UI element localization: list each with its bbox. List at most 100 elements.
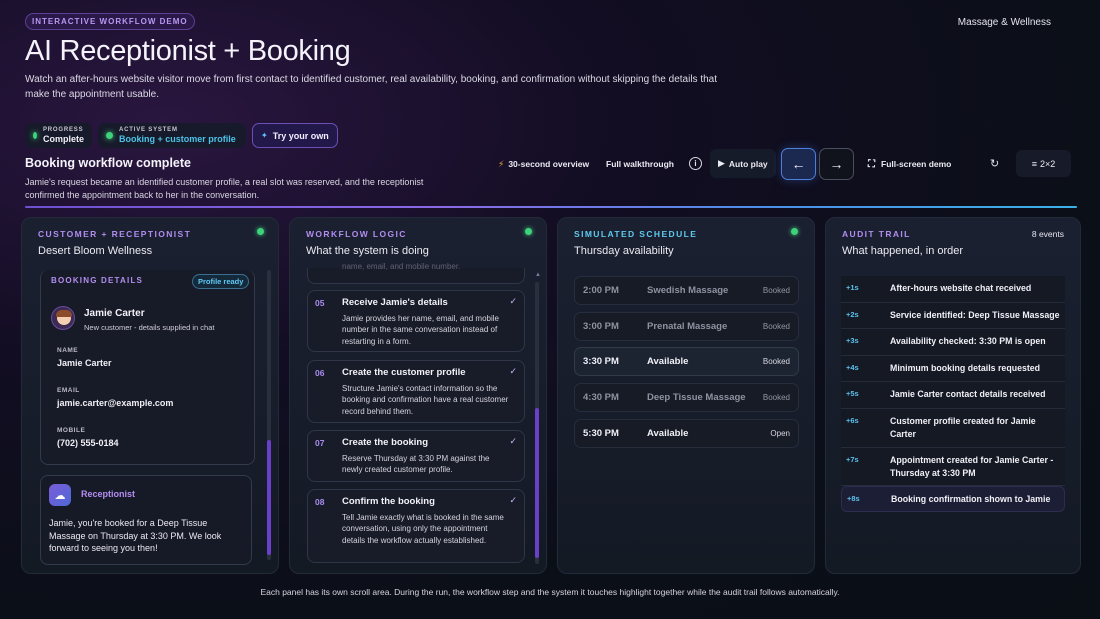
customer-name: Jamie Carter [84,308,145,319]
step-description: Jamie provides her name, email, and mobi… [342,314,499,346]
slot-time: 3:30 PM [583,356,619,367]
slot-status: Booked [762,286,790,295]
workflow-step[interactable]: 06 Create the customer profile ✓ Structu… [307,360,525,423]
step-number: 06 [315,368,325,378]
slot-time: 3:00 PM [583,321,619,332]
panel-heading: SIMULATED SCHEDULE [574,229,698,239]
event-text: Customer profile created for Jamie Carte… [890,416,1036,439]
live-dot-icon [791,228,798,235]
slot-time: 4:30 PM [583,392,619,403]
check-icon: ✓ [509,296,517,306]
step-description: Tell Jamie exactly what is booked in the… [342,513,504,545]
live-dot-icon [525,228,532,235]
demo-pill: INTERACTIVE WORKFLOW DEMO [25,13,195,30]
event-time: +3s [846,336,859,345]
receptionist-bot-icon: ☁ [49,484,71,506]
schedule-slot[interactable]: 5:30 PM Available Open [574,419,799,448]
schedule-slot[interactable]: 2:00 PM Swedish Massage Booked [574,276,799,305]
brand-name: Massage & Wellness [957,17,1051,28]
status-dot-icon [33,132,37,139]
workflow-logic-panel[interactable]: WORKFLOW LOGIC What the system is doing … [289,217,547,574]
name-field-label: NAME [57,347,79,354]
event-text: Appointment created for Jamie Carter - T… [890,455,1054,478]
slot-status: Booked [762,322,790,331]
slot-service: Deep Tissue Massage [647,392,746,403]
grid-layout-button[interactable]: ≡ 2×2 [1016,150,1071,177]
progress-divider [25,206,1077,208]
live-dot-icon [257,228,264,235]
progress-label: PROGRESS [42,127,84,133]
event-time: +8s [847,494,860,503]
audit-event: +4s Minimum booking details requested [841,356,1065,382]
panel-subheading: What the system is doing [306,245,429,257]
audit-event: +7s Appointment created for Jamie Carter… [841,448,1065,486]
event-text: Booking confirmation shown to Jamie [891,494,1051,504]
check-icon: ✓ [509,495,517,505]
fullscreen-button[interactable]: ⛶ Full-screen demo [868,153,951,175]
step-title: Receive Jamie's details [342,297,448,308]
schedule-slot[interactable]: 3:00 PM Prenatal Massage Booked [574,312,799,341]
active-system-label: ACTIVE SYSTEM [119,127,178,133]
email-field-value: jamie.carter@example.com [57,398,174,408]
workflow-step[interactable]: 07 Create the booking ✓ Reserve Thursday… [307,430,525,482]
check-icon: ✓ [509,366,517,376]
event-text: After-hours website chat received [890,283,1032,293]
scroll-up-icon[interactable]: ▲ [535,272,541,278]
autoplay-button[interactable]: ▶ Auto play [710,149,776,178]
panel-subheading: What happened, in order [842,245,964,257]
audit-event: +5s Jamie Carter contact details receive… [841,382,1065,409]
audit-event-list: +1s After-hours website chat received +2… [841,276,1065,512]
overview-button[interactable]: ⚡ 30-second overview [498,153,589,175]
previous-step-partial: name, email, and mobile number. [307,262,525,284]
customer-panel[interactable]: CUSTOMER + RECEPTIONIST Desert Bloom Wel… [21,217,279,574]
previous-step-button[interactable]: ← [781,148,816,180]
walkthrough-label: Full walkthrough [606,159,674,169]
active-system-status: ACTIVE SYSTEM Booking + customer profile [98,123,246,148]
refresh-icon[interactable]: ↻ [990,157,999,170]
walkthrough-button[interactable]: Full walkthrough [606,153,674,175]
event-text: Availability checked: 3:30 PM is open [890,336,1046,346]
panel-heading: AUDIT TRAIL [842,229,911,239]
email-field-label: EMAIL [57,387,80,394]
footer-note: Each panel has its own scroll area. Duri… [260,587,840,597]
avatar [51,306,75,330]
status-dot-icon [106,132,113,139]
customer-scroll-thumb[interactable] [267,440,271,555]
panel-subheading: Thursday availability [574,245,674,257]
slot-time: 5:30 PM [583,428,619,439]
customer-note: New customer - details supplied in chat [84,323,215,332]
fullscreen-icon: ⛶ [868,158,875,170]
slot-service: Prenatal Massage [647,321,728,332]
audit-event: +3s Availability checked: 3:30 PM is ope… [841,329,1065,356]
active-system-value: Booking + customer profile [119,134,236,144]
try-your-own-label: Try your own [272,130,329,141]
audit-event-current: +8s Booking confirmation shown to Jamie [841,486,1065,512]
try-your-own-button[interactable]: ✦ Try your own [252,123,338,148]
slot-status: Booked [762,357,790,366]
workflow-step[interactable]: 05 Receive Jamie's details ✓ Jamie provi… [307,290,525,352]
sparkle-icon: ✦ [261,131,268,140]
receptionist-message: Jamie, you're booked for a Deep Tissue M… [49,518,222,553]
check-icon: ✓ [509,436,517,446]
schedule-slot[interactable]: 3:30 PM Available Booked [574,347,799,376]
bolt-icon: ⚡ [498,158,505,169]
event-time: +1s [846,283,859,292]
schedule-panel[interactable]: SIMULATED SCHEDULE Thursday availability… [557,217,815,574]
event-time: +6s [846,416,859,425]
play-icon: ▶ [718,158,725,168]
step-description: Structure Jamie's contact information so… [342,384,509,416]
step-title: Confirm the booking [342,496,435,507]
workflow-step[interactable]: 08 Confirm the booking ✓ Tell Jamie exac… [307,489,525,563]
schedule-slot[interactable]: 4:30 PM Deep Tissue Massage Booked [574,383,799,412]
next-step-button[interactable]: → [819,148,854,180]
audit-trail-panel[interactable]: AUDIT TRAIL What happened, in order 8 ev… [825,217,1081,574]
logic-scroll-thumb[interactable] [535,408,539,558]
event-text: Service identified: Deep Tissue Massage [890,310,1060,320]
event-text: Minimum booking details requested [890,363,1041,373]
booking-details-card: BOOKING DETAILS Profile ready Jamie Cart… [40,270,255,465]
info-icon[interactable]: i [689,157,702,170]
mobile-field-label: MOBILE [57,427,86,434]
progress-status: PROGRESS Complete [25,123,92,148]
event-time: +7s [846,455,859,464]
panel-subheading: Desert Bloom Wellness [38,245,153,257]
